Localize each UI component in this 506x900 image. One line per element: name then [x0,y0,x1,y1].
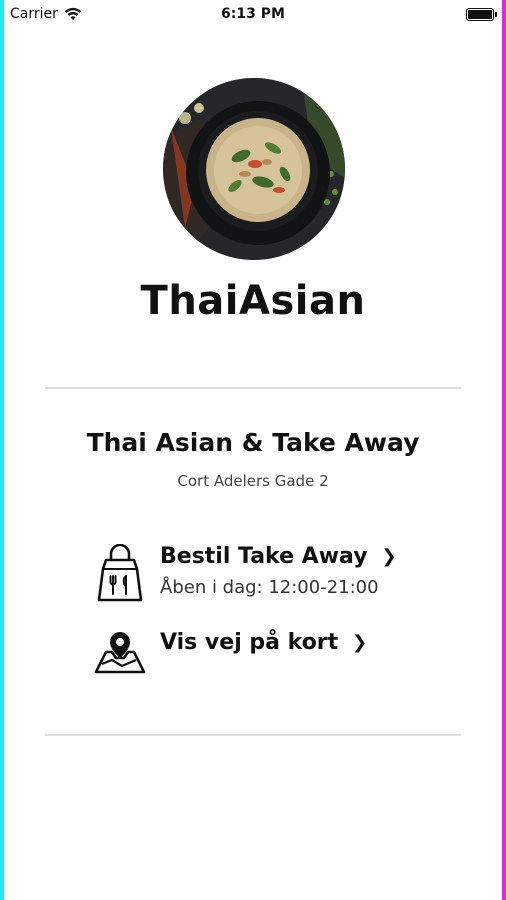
brand-name: ThaiAsian [140,278,366,324]
takeaway-bag-icon [97,544,143,602]
restaurant-address: Cort Adelers Gade 2 [177,472,329,490]
opening-hours: Åben i dag: 12:00-21:00 [160,577,379,598]
map-pin-icon [94,632,146,674]
battery-icon [466,8,497,21]
order-takeaway-button[interactable]: Bestil Take Away ❯ Åben i dag: 12:00-21:… [94,544,397,604]
chevron-right-icon: ❯ [352,632,368,653]
status-bar: Carrier 6:13 PM [4,0,502,28]
chevron-right-icon: ❯ [381,546,397,567]
hero-food-image [163,78,345,260]
restaurant-name: Thai Asian & Take Away [86,428,420,457]
divider-bottom [45,734,461,736]
clock: 6:13 PM [221,6,285,22]
divider-top [45,387,461,389]
show-map-button[interactable]: Vis vej på kort ❯ [94,630,367,674]
order-takeaway-label: Bestil Take Away [160,544,368,569]
show-map-label: Vis vej på kort [160,630,339,655]
